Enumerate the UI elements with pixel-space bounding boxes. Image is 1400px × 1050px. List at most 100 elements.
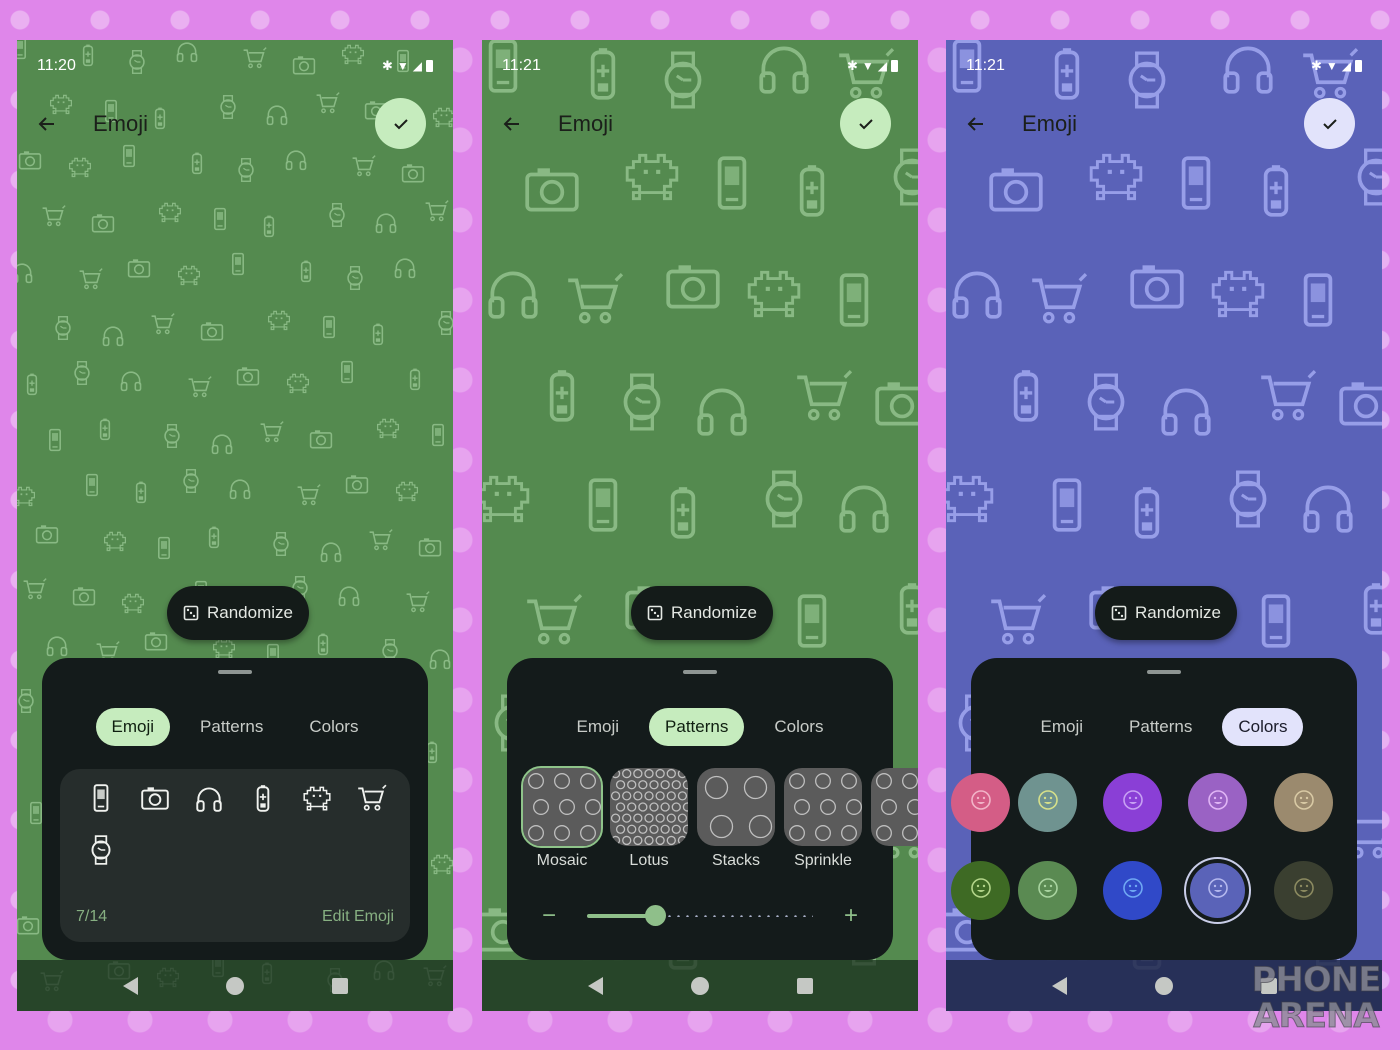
battery-wallpaper-icon (1116, 481, 1178, 548)
confirm-button[interactable] (840, 98, 891, 149)
nav-back-button[interactable] (587, 976, 603, 995)
edit-emoji-button[interactable]: Edit Emoji (322, 908, 394, 926)
pattern-label: Sprinkle (794, 852, 852, 869)
increase-density-button[interactable]: + (839, 902, 863, 930)
watch-wallpaper-icon (342, 265, 368, 296)
top-app-bar: Emoji (482, 98, 918, 150)
battery-wallpaper-icon (995, 364, 1057, 431)
tab-emoji[interactable]: Emoji (1025, 708, 1100, 746)
battery-wallpaper-icon (402, 366, 428, 397)
phone-wallpaper-icon (316, 314, 342, 345)
randomize-button[interactable]: Randomize (167, 586, 309, 640)
randomize-label: Randomize (671, 603, 757, 622)
smiley-icon (970, 789, 992, 816)
signal-icon: ◢ (1341, 59, 1351, 73)
phone-wallpaper-icon (572, 474, 634, 541)
slider-thumb[interactable] (644, 905, 666, 926)
color-swatch[interactable] (1188, 773, 1247, 832)
phone-wallpaper-icon (1245, 590, 1307, 657)
camera-wallpaper-icon (521, 158, 583, 225)
page-title: Emoji (1022, 111, 1078, 136)
pattern-option[interactable]: Sprinkle (784, 768, 862, 870)
space-invader-wallpaper-icon (375, 415, 401, 446)
color-swatch[interactable] (951, 861, 1010, 920)
watch-wallpaper-icon (178, 468, 204, 499)
tab-patterns[interactable]: Patterns (184, 708, 279, 746)
pattern-option[interactable]: Mosaic (521, 766, 603, 870)
randomize-button[interactable]: Randomize (631, 586, 773, 640)
selected-emoji-item[interactable] (84, 783, 118, 817)
selected-emoji-item[interactable] (84, 834, 118, 869)
tab-emoji[interactable]: Emoji (95, 708, 171, 746)
status-time: 11:21 (502, 57, 541, 74)
emoji-count: 7/14 (76, 908, 108, 925)
headphones-icon (193, 782, 225, 819)
nav-back-button[interactable] (122, 976, 138, 995)
nav-back-button[interactable] (1051, 976, 1067, 995)
smiley-icon (1037, 877, 1059, 904)
tab-patterns[interactable]: Patterns (1113, 708, 1208, 746)
pattern-option[interactable]: Lotus (610, 768, 688, 870)
battery-wallpaper-icon (256, 213, 282, 244)
color-swatch[interactable] (1018, 773, 1077, 832)
color-swatch[interactable] (951, 773, 1010, 832)
tab-patterns[interactable]: Patterns (649, 708, 745, 746)
nav-recents-button[interactable] (331, 977, 348, 994)
confirm-button[interactable] (1304, 98, 1355, 149)
selected-emoji-item[interactable] (192, 783, 226, 817)
density-slider[interactable] (587, 905, 813, 926)
phone-wallpaper-icon (42, 427, 68, 458)
nav-home-button[interactable] (225, 976, 244, 995)
camera-wallpaper-icon (1126, 255, 1188, 322)
nav-home-button[interactable] (690, 976, 709, 995)
smiley-icon (1122, 877, 1144, 904)
space-invader-icon (301, 782, 333, 819)
back-button[interactable] (500, 112, 524, 136)
selected-emoji-item[interactable] (138, 783, 172, 817)
decrease-density-button[interactable]: − (537, 902, 561, 930)
headphones-wallpaper-icon (336, 582, 362, 613)
phone-wallpaper-icon (151, 535, 177, 566)
color-swatch[interactable] (1103, 861, 1162, 920)
nav-home-button[interactable] (1154, 976, 1173, 995)
pattern-option[interactable] (871, 768, 918, 870)
check-icon (393, 118, 408, 129)
phone-wallpaper-icon (1036, 474, 1098, 541)
tab-colors[interactable]: Colors (1222, 708, 1304, 746)
back-button[interactable] (35, 112, 59, 136)
selected-emoji-item[interactable] (300, 783, 334, 817)
selected-emoji-item[interactable] (246, 783, 280, 817)
smiley-icon (1037, 789, 1059, 816)
randomize-button[interactable]: Randomize (1095, 586, 1237, 640)
nav-recents-button[interactable] (796, 977, 813, 994)
confirm-button[interactable] (375, 98, 426, 149)
signal-icon: ◢ (877, 59, 887, 73)
status-bar: 11:21 ✱ ▼ ◢ (946, 40, 1382, 92)
drag-handle[interactable] (218, 670, 252, 674)
camera-wallpaper-icon (1335, 372, 1382, 439)
density-slider-row: − + (537, 902, 863, 930)
color-swatch[interactable] (1274, 861, 1333, 920)
pattern-option[interactable]: Stacks (697, 768, 775, 870)
selected-emoji-item[interactable] (354, 783, 388, 817)
tab-colors[interactable]: Colors (293, 708, 374, 746)
camera-wallpaper-icon (308, 426, 334, 457)
tab-emoji[interactable]: Emoji (561, 708, 636, 746)
watch-wallpaper-icon (433, 310, 453, 341)
bottom-sheet: Emoji Patterns Colors (951, 658, 1357, 960)
battery-wallpaper-icon (92, 416, 118, 447)
tab-colors[interactable]: Colors (758, 708, 839, 746)
camera-wallpaper-icon (17, 912, 41, 943)
randomize-label: Randomize (1135, 603, 1221, 622)
camera-wallpaper-icon (417, 534, 443, 565)
drag-handle[interactable] (683, 670, 717, 674)
color-swatch[interactable] (1018, 861, 1077, 920)
emoji-grid (84, 783, 404, 869)
drag-handle[interactable] (1147, 670, 1181, 674)
back-button[interactable] (964, 112, 988, 136)
headphones-wallpaper-icon (427, 645, 453, 676)
color-swatch[interactable] (1190, 863, 1245, 918)
color-swatch[interactable] (1274, 773, 1333, 832)
phone-screen-patterns: 11:21 ✱ ▼ ◢ Emoji Randomize Emoji Patter… (482, 40, 918, 1011)
color-swatch[interactable] (1103, 773, 1162, 832)
